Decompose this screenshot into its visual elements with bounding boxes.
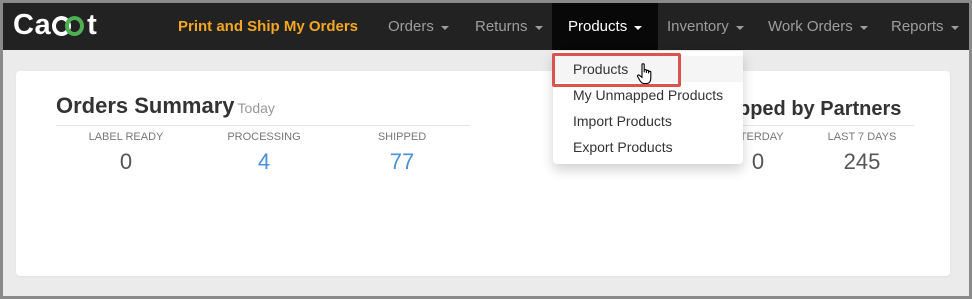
caret-down-icon (950, 25, 959, 30)
orders-summary-title: Orders Summary (56, 93, 235, 118)
menu-item-export-products[interactable]: Export Products (553, 134, 743, 160)
highlight-box (552, 53, 681, 87)
caret-down-icon (534, 25, 543, 30)
nav-products-label: Products (568, 18, 628, 35)
stat-last-7-days: LAST 7 DAYS 245 (792, 131, 932, 175)
dashboard-panel: Orders Summary Today LABEL READY 0 PROCES… (16, 71, 950, 276)
stat-value-link[interactable]: 4 (194, 149, 334, 175)
hand-pointer-cursor-icon (636, 63, 652, 85)
caret-down-icon (735, 25, 744, 30)
stat-label: LAST 7 DAYS (827, 131, 897, 143)
nav-work-orders-label: Work Orders (768, 18, 853, 35)
caret-down-icon (634, 25, 643, 30)
nav-returns[interactable]: Returns (475, 3, 543, 50)
stat-value-link[interactable]: 77 (332, 149, 472, 175)
top-navbar: Ca t Print and Ship My Orders Orders Ret… (3, 3, 969, 50)
stat-processing[interactable]: PROCESSING 4 (194, 131, 334, 175)
nav-returns-label: Returns (475, 18, 528, 35)
divider (56, 125, 470, 126)
menu-item-import-products[interactable]: Import Products (553, 108, 743, 134)
cahoot-logo[interactable]: Ca t (13, 9, 97, 42)
nav-inventory[interactable]: Inventory (667, 3, 744, 50)
logo-text-start: Ca (13, 9, 52, 41)
orders-summary-subtitle: Today (237, 100, 275, 116)
divider (738, 125, 914, 126)
stat-shipped[interactable]: SHIPPED 77 (332, 131, 472, 175)
nav-reports[interactable]: Reports (891, 3, 959, 50)
caret-down-icon (859, 25, 868, 30)
nav-print-ship[interactable]: Print and Ship My Orders (178, 3, 358, 50)
partners-summary-title: pped by Partners (738, 98, 902, 120)
nav-reports-label: Reports (891, 18, 944, 35)
orders-summary-heading: Orders Summary Today (56, 93, 275, 119)
logo-link-icon (52, 15, 86, 37)
logo-text-end: t (87, 9, 98, 41)
stat-label-ready: LABEL READY 0 (56, 131, 196, 175)
stat-label: LABEL READY (88, 131, 164, 143)
app-window: Ca t Print and Ship My Orders Orders Ret… (0, 0, 972, 299)
stat-value: 245 (843, 149, 881, 174)
nav-orders-label: Orders (388, 18, 434, 35)
nav-orders[interactable]: Orders (388, 3, 449, 50)
nav-inventory-label: Inventory (667, 18, 729, 35)
stat-label: SHIPPED (377, 131, 427, 143)
nav-products[interactable]: Products (552, 3, 659, 50)
nav-work-orders[interactable]: Work Orders (768, 3, 868, 50)
stat-value: 0 (119, 149, 133, 174)
stat-label: PROCESSING (227, 131, 301, 143)
caret-down-icon (440, 25, 449, 30)
